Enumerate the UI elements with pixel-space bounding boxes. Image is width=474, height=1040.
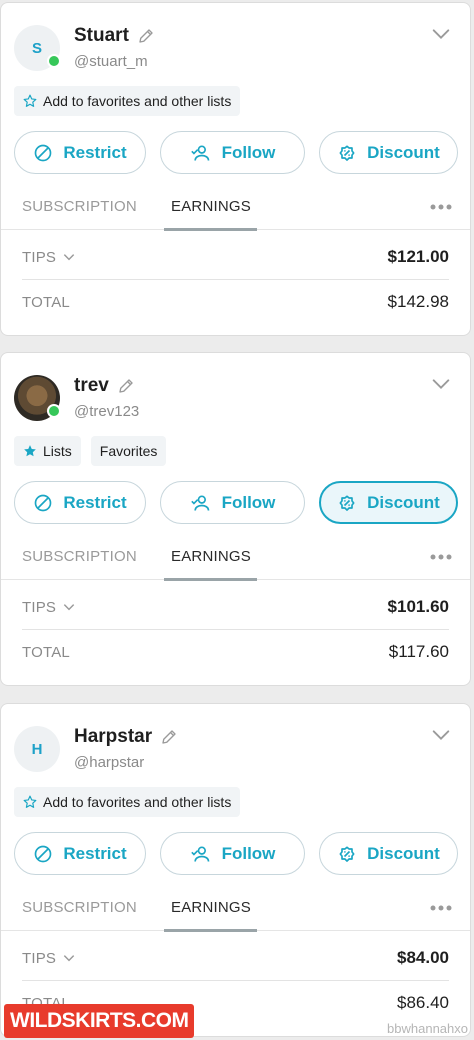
discount-badge-icon bbox=[339, 495, 355, 511]
user-follow-icon bbox=[190, 145, 209, 161]
discount-label: Discount bbox=[367, 843, 440, 863]
tips-label: TIPS bbox=[22, 248, 57, 266]
more-options-icon[interactable] bbox=[430, 554, 452, 560]
follow-label: Follow bbox=[221, 843, 276, 863]
tab-subscription[interactable]: SUBSCRIPTION bbox=[22, 548, 137, 565]
tab-subscription[interactable]: SUBSCRIPTION bbox=[22, 198, 137, 215]
creator-card-harpstar: H Harpstar @harpstar Add to favorites an… bbox=[0, 703, 471, 1037]
block-icon bbox=[35, 494, 52, 511]
avatar[interactable] bbox=[14, 375, 61, 421]
block-icon bbox=[35, 144, 52, 161]
tab-earnings[interactable]: EARNINGS bbox=[171, 899, 251, 916]
tips-row: TIPS $121.00 bbox=[22, 247, 449, 267]
total-value: $117.60 bbox=[388, 642, 449, 661]
tips-toggle[interactable]: TIPS bbox=[22, 599, 76, 616]
tab-earnings[interactable]: EARNINGS bbox=[171, 198, 251, 215]
star-outline-icon bbox=[23, 94, 37, 107]
star-filled-icon bbox=[24, 445, 36, 457]
user-handle: @stuart_m bbox=[74, 53, 148, 70]
discount-button[interactable]: Discount bbox=[319, 131, 458, 174]
edit-pencil-icon[interactable] bbox=[137, 27, 155, 45]
lists-label: Lists bbox=[43, 443, 72, 459]
tips-label: TIPS bbox=[22, 598, 57, 616]
discount-label: Discount bbox=[367, 492, 440, 512]
more-options-icon[interactable] bbox=[430, 905, 452, 911]
chevron-down-icon[interactable] bbox=[430, 23, 452, 45]
follow-button[interactable]: Follow bbox=[160, 832, 305, 875]
discount-badge-icon bbox=[339, 845, 355, 862]
tips-value: $101.60 bbox=[387, 597, 449, 616]
total-label: TOTAL bbox=[22, 643, 70, 661]
user-name[interactable]: Stuart bbox=[74, 25, 129, 47]
chevron-down-icon bbox=[63, 254, 75, 261]
follow-button[interactable]: Follow bbox=[160, 481, 305, 524]
divider bbox=[22, 629, 449, 630]
restrict-button[interactable]: Restrict bbox=[14, 131, 146, 174]
follow-label: Follow bbox=[221, 492, 276, 512]
add-to-lists-label: Add to favorites and other lists bbox=[43, 93, 232, 109]
user-follow-icon bbox=[190, 846, 209, 862]
add-to-lists-label: Add to favorites and other lists bbox=[43, 794, 232, 810]
user-name[interactable]: trev bbox=[74, 375, 109, 397]
tips-toggle[interactable]: TIPS bbox=[22, 249, 76, 266]
creator-card-stuart: S Stuart @stuart_m Add to favorites and … bbox=[0, 2, 471, 336]
chevron-down-icon[interactable] bbox=[430, 373, 452, 395]
tab-subscription[interactable]: SUBSCRIPTION bbox=[22, 899, 137, 916]
tips-value: $84.00 bbox=[397, 948, 449, 967]
total-row: TOTAL $142.98 bbox=[22, 292, 449, 312]
tips-label: TIPS bbox=[22, 949, 57, 967]
chevron-down-icon bbox=[63, 604, 75, 611]
lists-tag[interactable]: Lists bbox=[14, 436, 81, 466]
edit-pencil-icon[interactable] bbox=[160, 728, 178, 746]
total-label: TOTAL bbox=[22, 293, 70, 311]
divider bbox=[22, 279, 449, 280]
more-options-icon[interactable] bbox=[430, 204, 452, 210]
user-handle: @harpstar bbox=[74, 754, 145, 771]
tips-value: $121.00 bbox=[387, 247, 449, 266]
star-outline-icon bbox=[23, 795, 37, 808]
discount-label: Discount bbox=[367, 142, 440, 162]
discount-button[interactable]: Discount bbox=[319, 481, 458, 524]
watermark-left: WILDSKIRTS.COM bbox=[4, 1004, 195, 1038]
add-to-lists-button[interactable]: Add to favorites and other lists bbox=[14, 86, 241, 116]
tips-row: TIPS $84.00 bbox=[22, 948, 449, 968]
favorites-tag[interactable]: Favorites bbox=[90, 436, 167, 466]
active-tab-indicator bbox=[164, 929, 257, 932]
avatar-initial: S bbox=[31, 39, 42, 57]
user-handle: @trev123 bbox=[74, 403, 140, 420]
avatar[interactable]: H bbox=[14, 726, 60, 772]
edit-pencil-icon[interactable] bbox=[117, 377, 135, 395]
avatar-initial: H bbox=[31, 740, 43, 758]
online-indicator bbox=[47, 54, 61, 68]
favorites-label: Favorites bbox=[99, 443, 158, 459]
restrict-button[interactable]: Restrict bbox=[14, 481, 146, 524]
total-value: $142.98 bbox=[387, 292, 449, 311]
follow-button[interactable]: Follow bbox=[160, 131, 305, 174]
tips-row: TIPS $101.60 bbox=[22, 597, 449, 617]
chevron-down-icon[interactable] bbox=[430, 724, 452, 746]
restrict-label: Restrict bbox=[63, 843, 127, 863]
user-name[interactable]: Harpstar bbox=[74, 726, 152, 748]
total-row: TOTAL $117.60 bbox=[22, 642, 449, 662]
tips-toggle[interactable]: TIPS bbox=[22, 950, 76, 967]
follow-label: Follow bbox=[221, 142, 276, 162]
tab-earnings[interactable]: EARNINGS bbox=[171, 548, 251, 565]
add-to-lists-button[interactable]: Add to favorites and other lists bbox=[14, 787, 241, 817]
watermark-right: bbwhannahxo bbox=[387, 1021, 468, 1036]
chevron-down-icon bbox=[63, 955, 75, 962]
restrict-button[interactable]: Restrict bbox=[14, 832, 146, 875]
discount-button[interactable]: Discount bbox=[319, 832, 458, 875]
active-tab-indicator bbox=[164, 578, 257, 581]
total-value: $86.40 bbox=[397, 993, 449, 1012]
restrict-label: Restrict bbox=[63, 142, 127, 162]
active-tab-indicator bbox=[164, 228, 257, 231]
restrict-label: Restrict bbox=[63, 492, 127, 512]
creator-card-trev: trev @trev123 Lists Favorites Restrict F… bbox=[0, 352, 471, 686]
avatar[interactable]: S bbox=[14, 25, 61, 71]
divider bbox=[22, 980, 449, 981]
discount-badge-icon bbox=[339, 144, 355, 161]
online-indicator bbox=[47, 404, 61, 418]
user-follow-icon bbox=[190, 495, 209, 511]
block-icon bbox=[35, 845, 52, 862]
